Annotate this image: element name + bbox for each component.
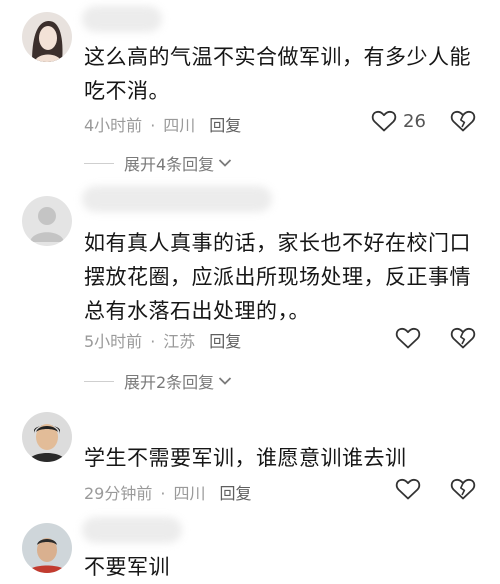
- expand-replies-button[interactable]: 展开4条回复: [84, 151, 232, 175]
- avatar[interactable]: [22, 12, 72, 62]
- dislike-button[interactable]: [450, 109, 476, 133]
- comment-meta: 29分钟前 · 四川 回复: [84, 484, 252, 503]
- comment-text: 学生不需要军训，谁愿意训谁去训: [84, 446, 407, 470]
- expand-replies-label: 展开4条回复: [124, 155, 215, 174]
- heart-icon: [371, 110, 397, 132]
- dislike-button[interactable]: [450, 477, 476, 501]
- username-blurred: [82, 186, 272, 212]
- avatar[interactable]: [22, 196, 72, 246]
- comment-time: 29分钟前: [84, 484, 153, 503]
- expand-replies-button[interactable]: 展开2条回复: [84, 369, 232, 393]
- avatar[interactable]: [22, 412, 72, 462]
- divider-line: [84, 162, 114, 164]
- comment-time: 5小时前: [84, 332, 143, 351]
- comment-meta: 5小时前 · 江苏 回复: [84, 332, 242, 351]
- broken-heart-icon: [450, 327, 476, 349]
- chevron-down-icon: [219, 159, 232, 167]
- reply-button[interactable]: 回复: [209, 116, 241, 135]
- comment-text: 这么高的气温不实合做军训，有多少人能吃不消。: [84, 45, 471, 103]
- broken-heart-icon: [450, 478, 476, 500]
- comment-time: 4小时前: [84, 116, 143, 135]
- like-count: 26: [403, 110, 426, 132]
- comment-text: 不要军训: [84, 555, 170, 579]
- comment-location: 江苏: [163, 332, 196, 351]
- reply-button[interactable]: 回复: [219, 484, 251, 503]
- dislike-button[interactable]: [450, 326, 476, 350]
- like-button[interactable]: [395, 326, 421, 350]
- divider-line: [84, 380, 114, 382]
- like-button[interactable]: [395, 477, 421, 501]
- comment-text: 如有真人真事的话，家长也不好在校门口摆放花圈，应派出所现场处理，反正事情总有水落…: [84, 231, 471, 323]
- broken-heart-icon: [450, 110, 476, 132]
- like-button[interactable]: 26: [371, 109, 426, 133]
- username-blurred: [82, 517, 182, 543]
- comment-location: 四川: [163, 116, 196, 135]
- reply-button[interactable]: 回复: [209, 332, 241, 351]
- expand-replies-label: 展开2条回复: [124, 373, 215, 392]
- heart-icon: [395, 478, 421, 500]
- heart-icon: [395, 327, 421, 349]
- chevron-down-icon: [219, 377, 232, 385]
- comment-meta: 4小时前 · 四川 回复: [84, 116, 242, 135]
- comment-location: 四川: [173, 484, 206, 503]
- username-blurred: [82, 6, 162, 32]
